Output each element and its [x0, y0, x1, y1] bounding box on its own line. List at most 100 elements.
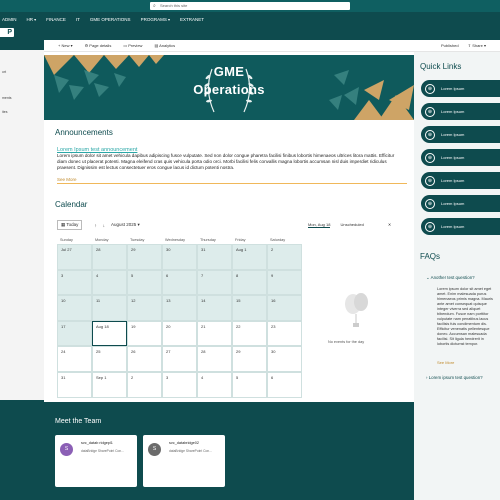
quick-link-label: Lorem Ipsum	[441, 178, 465, 183]
team-member-card[interactable]: S svc_databridge02 dataBridge SharePoint…	[143, 435, 225, 487]
nav-item-programs[interactable]: PROGRAMS	[141, 17, 170, 22]
globe-icon: ⊕	[425, 221, 435, 232]
day-cell[interactable]: 21	[197, 320, 232, 347]
day-cell[interactable]: 31	[57, 371, 92, 398]
day-events-panel: Mon, Aug 18 Unscheduled ✕ No events for …	[308, 222, 403, 392]
weekday-header-row: Sunday Monday Tuesday Wednesday Thursday…	[57, 236, 302, 244]
hero-banner: GME Operations	[44, 55, 414, 120]
nav-item-extranet[interactable]: EXTRANET	[180, 17, 204, 22]
team-member-card[interactable]: S svc_datab ridgepl1 dataBridge SharePoi…	[55, 435, 137, 487]
quick-link-label: Lorem Ipsum	[441, 201, 465, 206]
day-cell[interactable]: Aug 1	[232, 244, 267, 270]
today-label: Today	[66, 222, 79, 227]
nav-item-hr[interactable]: HR	[27, 17, 37, 22]
month-selector[interactable]: August 2025 ▾	[111, 222, 140, 228]
analytics-button[interactable]: ▤ Analytics	[154, 43, 175, 48]
day-cell[interactable]: 8	[232, 269, 267, 296]
next-month-arrow-icon[interactable]: ↓	[103, 223, 105, 228]
empty-state-balloons-icon	[345, 293, 368, 327]
quick-link-button[interactable]: ⊕ Lorem Ipsum	[421, 195, 500, 212]
day-cell[interactable]: 5	[127, 269, 162, 296]
day-cell[interactable]: 3	[57, 269, 92, 296]
nav-item-admin[interactable]: ADMIN	[2, 17, 17, 22]
day-cell[interactable]: 22	[232, 320, 267, 347]
calendar-week: 10 11 12 13 14 15 16	[57, 295, 302, 321]
globe-icon: ⊕	[425, 83, 435, 94]
day-cell[interactable]: 11	[92, 295, 127, 321]
faq-see-more-link[interactable]: See More	[437, 360, 454, 365]
day-cell[interactable]: 24	[57, 346, 92, 372]
day-cell[interactable]: 30	[162, 244, 197, 270]
selected-day-cell[interactable]: Aug 18	[92, 320, 127, 347]
nav-item-it[interactable]: IT	[76, 17, 80, 22]
member-subtitle: dataBridge SharePoint Con...	[169, 449, 212, 453]
day-cell[interactable]: 3	[162, 371, 197, 398]
preview-button[interactable]: ▭ Preview	[123, 43, 142, 48]
faq-question-text: Another test question?	[430, 275, 475, 280]
month-label: August 2025	[110, 222, 137, 227]
day-cell[interactable]: 6	[267, 371, 302, 398]
day-cell[interactable]: 25	[92, 346, 127, 372]
day-cell[interactable]: 17	[57, 320, 92, 347]
day-cell[interactable]: Sep 1	[92, 371, 127, 398]
day-cell[interactable]: Jul 27	[57, 244, 92, 270]
faq-question-1[interactable]: ⌄ Another test question?	[426, 275, 475, 281]
calendar-week: 17 Aug 18 19 20 21 22 23	[57, 320, 302, 347]
day-cell[interactable]: 20	[162, 320, 197, 347]
tab-selected-date[interactable]: Mon, Aug 18	[308, 222, 331, 228]
page-details-button[interactable]: ⚙ Page details	[85, 43, 112, 48]
day-cell[interactable]: 15	[232, 295, 267, 321]
site-search-input[interactable]: ⌕ Search this site	[150, 2, 350, 10]
nav-item-gme-operations[interactable]: GME OPERATIONS	[90, 17, 131, 22]
globe-icon: ⊕	[425, 152, 435, 163]
day-cell[interactable]: 23	[267, 320, 302, 347]
today-button[interactable]: ▦ Today	[57, 220, 83, 230]
day-cell[interactable]: 26	[127, 346, 162, 372]
command-bar-right: Published ⇪ Share ▾	[433, 43, 486, 48]
day-cell[interactable]: 19	[127, 320, 162, 347]
day-cell[interactable]: 30	[267, 346, 302, 372]
site-logo[interactable]: P	[0, 28, 14, 37]
faq-question-2[interactable]: › Lorem ipsum test question?	[426, 375, 483, 380]
quick-links-heading: Quick Links	[420, 62, 462, 71]
day-cell[interactable]: 16	[267, 295, 302, 321]
new-button[interactable]: + New ▾	[58, 43, 73, 48]
share-label: Share	[472, 43, 483, 48]
day-cell[interactable]: 2	[267, 244, 302, 270]
day-cell[interactable]: 5	[232, 371, 267, 398]
tab-unscheduled[interactable]: Unscheduled	[340, 222, 363, 228]
faq-answer-1: Lorem ipsum dolor sit amet eget amet. En…	[437, 287, 493, 346]
day-cell[interactable]: 12	[127, 295, 162, 321]
nav-item-finance[interactable]: FINANCE	[46, 17, 66, 22]
day-cell[interactable]: 29	[127, 244, 162, 270]
day-cell[interactable]: 2	[127, 371, 162, 398]
quick-link-button[interactable]: ⊕ Lorem Ipsum	[421, 103, 500, 120]
quick-link-button[interactable]: ⊕ Lorem Ipsum	[421, 218, 500, 235]
day-cell[interactable]: 4	[92, 269, 127, 296]
day-cell[interactable]: 9	[267, 269, 302, 296]
share-button[interactable]: ⇪ Share ▾	[468, 43, 486, 48]
left-nav-item[interactable]: ments	[2, 96, 12, 100]
quick-link-button[interactable]: ⊕ Lorem Ipsum	[421, 126, 500, 143]
close-icon[interactable]: ✕	[388, 222, 391, 228]
quick-link-button[interactable]: ⊕ Lorem Ipsum	[421, 172, 500, 189]
day-cell[interactable]: 4	[197, 371, 232, 398]
day-cell[interactable]: 7	[197, 269, 232, 296]
day-cell[interactable]: 29	[232, 346, 267, 372]
day-cell[interactable]: 28	[92, 244, 127, 270]
preview-label: Preview	[128, 43, 143, 48]
day-cell[interactable]: 6	[162, 269, 197, 296]
day-cell[interactable]: 31	[197, 244, 232, 270]
day-cell[interactable]: 28	[197, 346, 232, 372]
day-cell[interactable]: 27	[162, 346, 197, 372]
left-nav-item[interactable]: ort	[2, 70, 6, 74]
quick-link-button[interactable]: ⊕ Lorem Ipsum	[421, 80, 500, 97]
calendar-week: 31 Sep 1 2 3 4 5 6	[57, 371, 302, 398]
prev-month-arrow-icon[interactable]: ↑	[94, 223, 96, 228]
day-cell[interactable]: 10	[57, 295, 92, 321]
quick-link-button[interactable]: ⊕ Lorem Ipsum	[421, 149, 500, 166]
announcement-see-more-link[interactable]: See More	[57, 177, 77, 182]
left-nav-item[interactable]: ites	[2, 110, 7, 114]
day-cell[interactable]: 14	[197, 295, 232, 321]
day-cell[interactable]: 13	[162, 295, 197, 321]
